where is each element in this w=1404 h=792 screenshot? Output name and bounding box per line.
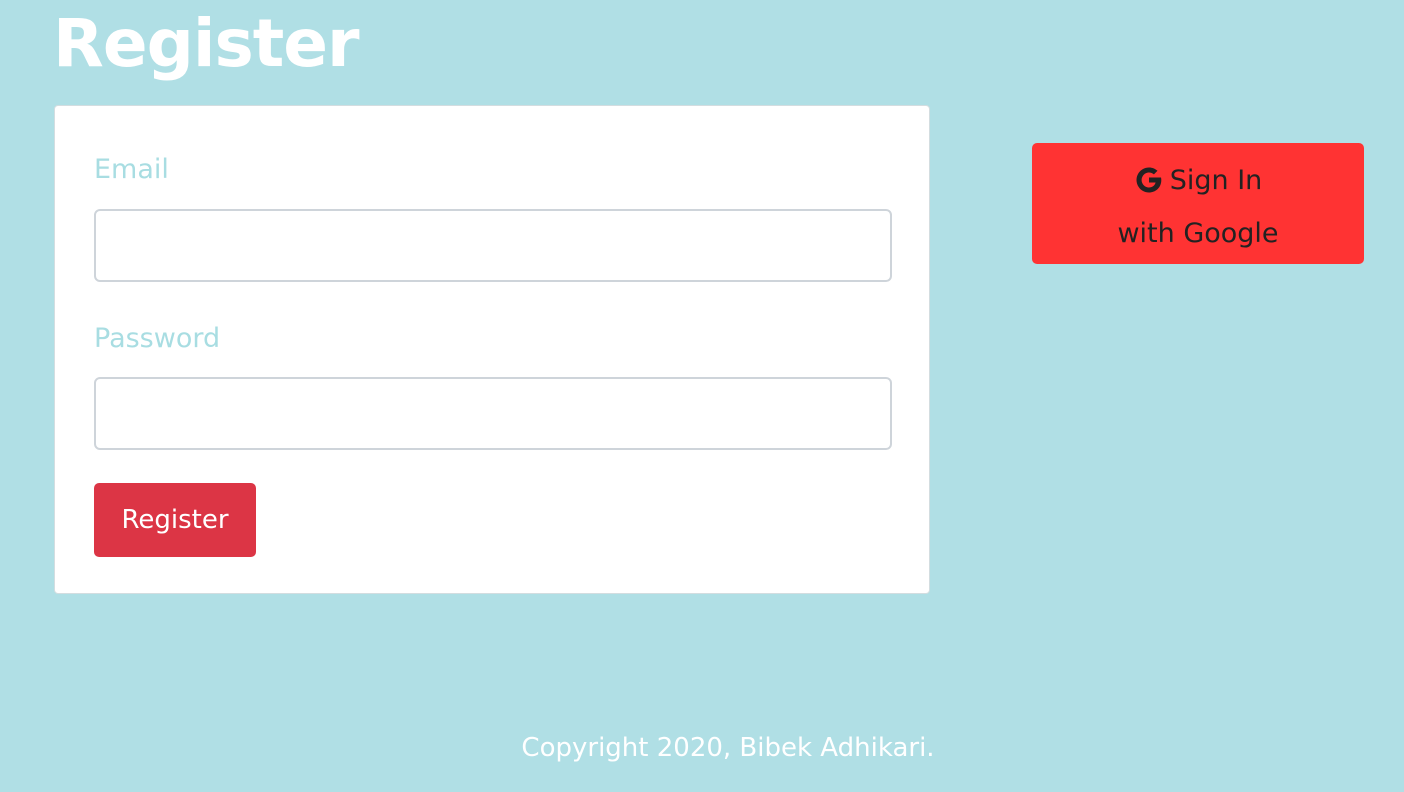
footer-copyright: Copyright 2020, Bibek Adhikari. [521,733,935,763]
page-title: Register [53,5,360,82]
password-label: Password [94,323,221,354]
google-sign-in-button[interactable]: Sign In with Google [1032,143,1364,264]
register-form-card: Email Password Register [54,105,930,594]
email-label: Email [94,154,169,185]
google-sign-in-line-2: with Google [1117,218,1279,249]
email-field[interactable] [94,209,892,282]
password-field[interactable] [94,377,892,450]
google-sign-in-text: Sign In [1169,165,1263,196]
register-button[interactable]: Register [94,483,256,557]
google-g-icon [1134,163,1164,210]
google-sign-in-line-1: Sign In [1032,157,1364,210]
